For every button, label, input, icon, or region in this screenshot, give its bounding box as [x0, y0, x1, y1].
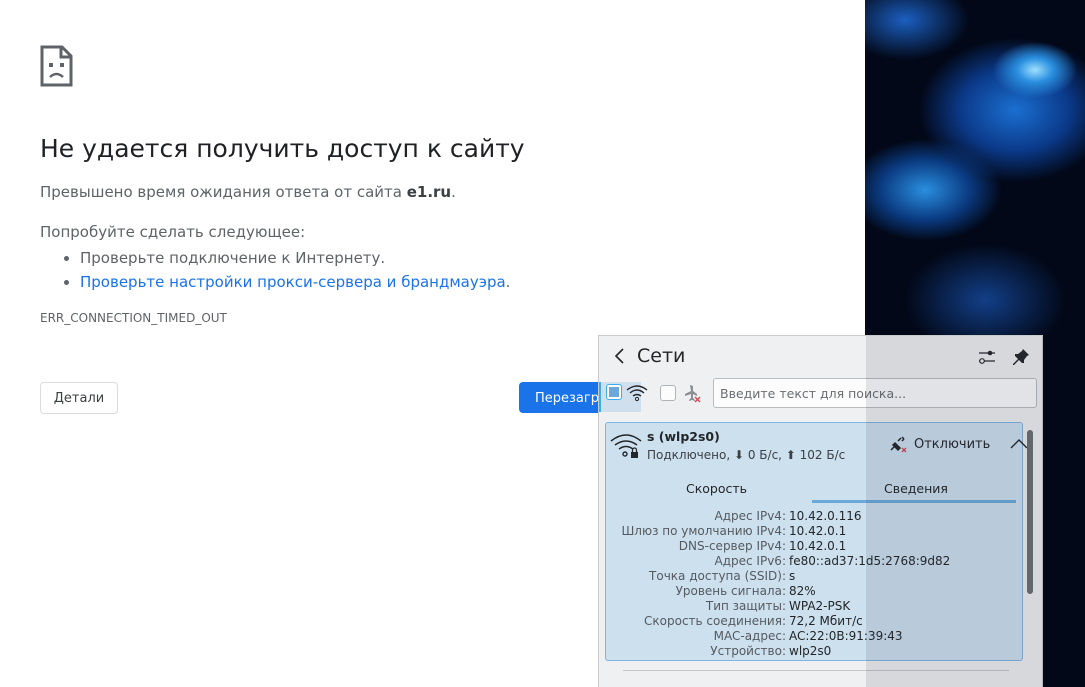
connection-name: s (wlp2s0) [647, 429, 720, 444]
detail-value: fe80::ad37:1d5:2768:9d82 [789, 554, 951, 568]
detail-row: Устройство: wlp2s0 [606, 644, 1022, 659]
detail-row: DNS-сервер IPv4: 10.42.0.1 [606, 539, 1022, 554]
disconnect-label: Отключить [914, 436, 991, 452]
details-list: Адрес IPv4: 10.42.0.116 Шлюз по умолчанию… [606, 509, 1022, 659]
panel-title: Сети [637, 345, 686, 367]
message-text: Превышено время ожидания ответа от сайта [40, 183, 407, 201]
error-code: ERR_CONNECTION_TIMED_OUT [40, 311, 227, 325]
message-suffix: . [451, 183, 456, 201]
suggestion-item: Проверьте подключение к Интернету. [80, 246, 510, 270]
settings-sliders-icon[interactable] [978, 348, 996, 366]
detail-key: MAC-адрес: [713, 629, 786, 643]
wifi-secured-icon [610, 434, 642, 458]
sad-page-icon [40, 45, 73, 87]
pin-icon[interactable] [1012, 348, 1030, 366]
try-label: Попробуйте сделать следующее: [40, 223, 306, 241]
disconnect-button[interactable]: Отключить [890, 435, 1028, 453]
detail-row: Уровень сигнала: 82% [606, 584, 1022, 599]
airplane-mode-checkbox[interactable] [660, 385, 676, 401]
connection-status: Подключено, ⬇ 0 Б/с, ⬆ 102 Б/с [647, 448, 846, 462]
error-message: Превышено время ожидания ответа от сайта… [40, 183, 456, 201]
suggestion-item: Проверьте настройки прокси-сервера и бра… [80, 270, 510, 294]
error-title: Не удается получить доступ к сайту [40, 134, 525, 163]
detail-key: Тип защиты: [705, 599, 786, 613]
detail-value: wlp2s0 [789, 644, 832, 658]
detail-key: DNS-сервер IPv4: [678, 539, 786, 553]
detail-value: 10.42.0.1 [789, 539, 847, 553]
tab-details[interactable]: Сведения [884, 481, 948, 496]
chevron-up-icon[interactable] [1010, 439, 1028, 449]
wifi-checkbox[interactable] [606, 384, 622, 400]
detail-key: Точка доступа (SSID): [649, 569, 786, 583]
detail-value: s [789, 569, 796, 583]
active-tab-indicator [812, 500, 1016, 503]
suggestions-list: Проверьте подключение к Интернету. Прове… [80, 246, 510, 294]
tab-speed[interactable]: Скорость [686, 481, 747, 496]
detail-row: Адрес IPv6: fe80::ad37:1d5:2768:9d82 [606, 554, 1022, 569]
detail-row: MAC-адрес: AC:22:0B:91:39:43 [606, 629, 1022, 644]
detail-value: AC:22:0B:91:39:43 [789, 629, 903, 643]
detail-key: Адрес IPv6: [714, 554, 786, 568]
host: e1.ru [406, 183, 452, 201]
suffix: . [505, 273, 511, 291]
disconnect-plug-icon [890, 436, 907, 453]
detail-value: 10.42.0.116 [789, 509, 862, 523]
detail-row: Шлюз по умолчанию IPv4: 10.42.0.1 [606, 524, 1022, 539]
separator [623, 670, 1009, 671]
detail-row: Тип защиты: WPA2-PSK [606, 599, 1022, 614]
details-button[interactable]: Детали [40, 382, 118, 414]
detail-value: 10.42.0.1 [789, 524, 847, 538]
detail-key: Скорость соединения: [644, 614, 786, 628]
wifi-icon [626, 385, 648, 402]
detail-value: WPA2-PSK [789, 599, 851, 613]
detail-key: Устройство: [710, 644, 786, 658]
detail-row: Точка доступа (SSID): s [606, 569, 1022, 584]
connection-item[interactable]: s (wlp2s0) Подключено, ⬇ 0 Б/с, ⬆ 102 Б/… [605, 422, 1028, 661]
detail-value: 82% [789, 584, 816, 598]
scrollbar[interactable] [1027, 430, 1033, 594]
search-input[interactable]: Введите текст для поиска... [713, 378, 1037, 408]
proxy-settings-link[interactable]: Проверьте настройки прокси-сервера и бра… [80, 273, 506, 291]
network-panel: Сети Введите текст для поиска... s (wlp2… [598, 335, 1043, 687]
back-icon[interactable] [613, 347, 625, 365]
detail-value: 72,2 Мбит/с [789, 614, 863, 628]
airplane-mode-icon [685, 385, 701, 403]
detail-row: Скорость соединения: 72,2 Мбит/с [606, 614, 1022, 629]
detail-key: Адрес IPv4: [714, 509, 786, 523]
detail-key: Шлюз по умолчанию IPv4: [621, 524, 786, 538]
detail-row: Адрес IPv4: 10.42.0.116 [606, 509, 1022, 524]
detail-key: Уровень сигнала: [675, 584, 786, 598]
